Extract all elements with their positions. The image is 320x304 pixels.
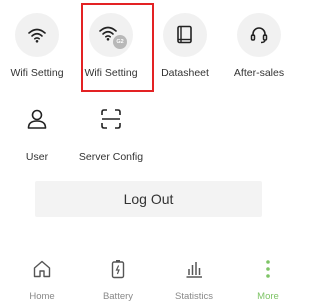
datasheet-icon <box>177 25 192 44</box>
home-icon <box>33 260 51 278</box>
g2-badge: G2 <box>113 35 127 49</box>
wifi-setting-g2-tile[interactable]: G2 Wifi Setting <box>74 0 154 92</box>
tab-battery-label: Battery <box>102 291 134 302</box>
wifi-setting-g2-icon-wrap: G2 <box>89 13 133 57</box>
tab-statistics-label: Statistics <box>174 291 213 302</box>
user-tile[interactable]: User <box>0 84 74 164</box>
battery-icon <box>111 260 125 279</box>
server-config-label: Server Config <box>78 151 144 163</box>
more-dots-icon-wrap <box>257 258 279 280</box>
bar-chart-icon-wrap <box>183 258 205 280</box>
wifi-setting-tile[interactable]: Wifi Setting <box>0 0 74 80</box>
datasheet-tile[interactable]: Datasheet <box>148 0 222 80</box>
server-config-tile[interactable]: Server Config <box>74 84 148 164</box>
bottom-tab-bar: Home Battery Statistics More <box>0 252 297 304</box>
bar-chart-icon <box>186 262 202 278</box>
wifi-icon <box>28 28 46 43</box>
datasheet-label: Datasheet <box>161 67 209 79</box>
headset-icon <box>250 27 268 44</box>
after-sales-icon-wrap <box>237 13 281 57</box>
after-sales-tile[interactable]: After-sales <box>222 0 296 80</box>
server-config-icon-wrap <box>89 97 133 141</box>
wifi-setting-label: Wifi Setting <box>10 67 64 79</box>
user-label: User <box>25 151 49 163</box>
tab-more-label: More <box>257 291 279 302</box>
home-icon-wrap <box>31 258 53 280</box>
tab-home[interactable]: Home <box>5 252 79 304</box>
scan-frame-icon <box>101 109 121 129</box>
tab-home-label: Home <box>29 291 55 302</box>
wifi-setting-g2-label: Wifi Setting <box>84 67 138 79</box>
user-icon <box>27 109 47 129</box>
after-sales-label: After-sales <box>233 67 285 79</box>
log-out-button[interactable]: Log Out <box>35 181 262 217</box>
log-out-label: Log Out <box>123 191 174 207</box>
tab-battery[interactable]: Battery <box>81 252 155 304</box>
datasheet-icon-wrap <box>163 13 207 57</box>
tab-statistics[interactable]: Statistics <box>157 252 231 304</box>
wifi-setting-icon-wrap <box>15 13 59 57</box>
more-dots-icon <box>266 260 270 278</box>
user-icon-wrap <box>15 97 59 141</box>
battery-icon-wrap <box>107 258 129 280</box>
tab-more[interactable]: More <box>231 252 305 304</box>
